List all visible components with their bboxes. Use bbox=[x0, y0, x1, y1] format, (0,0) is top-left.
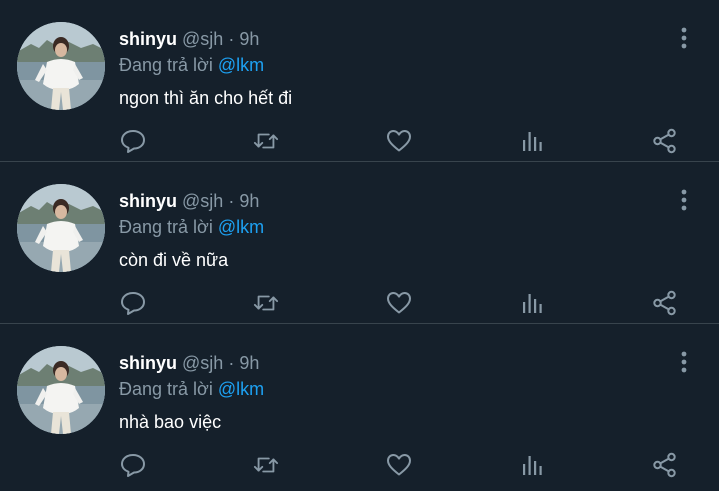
share-nodes-icon bbox=[653, 290, 676, 316]
tweet-actions bbox=[0, 290, 719, 316]
heart-icon bbox=[387, 130, 411, 152]
reply-button[interactable] bbox=[119, 128, 147, 154]
timestamp[interactable]: 9h bbox=[239, 353, 259, 373]
comment-bubble-icon bbox=[121, 454, 145, 477]
timestamp[interactable]: 9h bbox=[239, 29, 259, 49]
tweet-item[interactable]: shinyu @sjh · 9h Đang trả lời @lkm còn đ… bbox=[0, 162, 719, 324]
display-name[interactable]: shinyu bbox=[119, 353, 177, 373]
more-options-button[interactable] bbox=[674, 26, 694, 50]
display-name[interactable]: shinyu bbox=[119, 191, 177, 211]
like-button[interactable] bbox=[385, 128, 413, 154]
heart-icon bbox=[387, 292, 411, 314]
avatar[interactable] bbox=[17, 346, 105, 434]
avatar-photo bbox=[17, 346, 105, 434]
tweet-actions bbox=[0, 452, 719, 478]
retweet-icon bbox=[253, 457, 279, 473]
tweet-text: ngon thì ăn cho hết đi bbox=[119, 88, 293, 108]
share-button[interactable] bbox=[651, 452, 679, 478]
reply-prefix: Đang trả lời bbox=[119, 55, 213, 75]
bar-chart-icon bbox=[523, 294, 542, 313]
more-options-button[interactable] bbox=[674, 188, 694, 212]
analytics-button[interactable] bbox=[518, 290, 546, 316]
avatar-photo bbox=[17, 184, 105, 272]
retweet-icon bbox=[253, 295, 279, 311]
tweet-text: nhà bao việc bbox=[119, 412, 222, 432]
like-button[interactable] bbox=[385, 452, 413, 478]
more-vertical-icon bbox=[681, 189, 687, 211]
reply-context: Đang trả lời @lkm bbox=[119, 54, 264, 76]
analytics-button[interactable] bbox=[518, 452, 546, 478]
retweet-icon bbox=[253, 133, 279, 149]
tweet-header: shinyu @sjh · 9h bbox=[119, 352, 259, 374]
share-nodes-icon bbox=[653, 452, 676, 478]
analytics-button[interactable] bbox=[518, 128, 546, 154]
reply-prefix: Đang trả lời bbox=[119, 217, 213, 237]
user-handle[interactable]: @sjh bbox=[182, 191, 223, 211]
tweet-item[interactable]: shinyu @sjh · 9h Đang trả lời @lkm nhà b… bbox=[0, 324, 719, 485]
retweet-button[interactable] bbox=[252, 128, 280, 154]
share-button[interactable] bbox=[651, 290, 679, 316]
like-button[interactable] bbox=[385, 290, 413, 316]
reply-mention-link[interactable]: @lkm bbox=[218, 55, 264, 75]
tweet-actions bbox=[0, 128, 719, 154]
heart-icon bbox=[387, 454, 411, 476]
share-nodes-icon bbox=[653, 128, 676, 154]
comment-bubble-icon bbox=[121, 130, 145, 153]
retweet-button[interactable] bbox=[252, 290, 280, 316]
bar-chart-icon bbox=[523, 456, 542, 475]
tweet-header: shinyu @sjh · 9h bbox=[119, 28, 259, 50]
reply-button[interactable] bbox=[119, 290, 147, 316]
bar-chart-icon bbox=[523, 132, 542, 151]
separator-dot: · bbox=[228, 29, 235, 49]
tweet-text: còn đi về nữa bbox=[119, 250, 229, 270]
reply-button[interactable] bbox=[119, 452, 147, 478]
avatar-photo bbox=[17, 22, 105, 110]
avatar[interactable] bbox=[17, 184, 105, 272]
share-button[interactable] bbox=[651, 128, 679, 154]
reply-context: Đang trả lời @lkm bbox=[119, 378, 264, 400]
more-vertical-icon bbox=[681, 351, 687, 373]
user-handle[interactable]: @sjh bbox=[182, 353, 223, 373]
comment-bubble-icon bbox=[121, 292, 145, 315]
user-handle[interactable]: @sjh bbox=[182, 29, 223, 49]
timestamp[interactable]: 9h bbox=[239, 191, 259, 211]
more-options-button[interactable] bbox=[674, 350, 694, 374]
retweet-button[interactable] bbox=[252, 452, 280, 478]
reply-mention-link[interactable]: @lkm bbox=[218, 379, 264, 399]
tweet-item[interactable]: shinyu @sjh · 9h Đang trả lời @lkm ngon … bbox=[0, 0, 719, 162]
separator-dot: · bbox=[228, 191, 235, 211]
tweet-header: shinyu @sjh · 9h bbox=[119, 190, 259, 212]
reply-context: Đang trả lời @lkm bbox=[119, 216, 264, 238]
avatar[interactable] bbox=[17, 22, 105, 110]
reply-prefix: Đang trả lời bbox=[119, 379, 213, 399]
tweet-feed: shinyu @sjh · 9h Đang trả lời @lkm ngon … bbox=[0, 0, 719, 491]
separator-dot: · bbox=[228, 353, 235, 373]
display-name[interactable]: shinyu bbox=[119, 29, 177, 49]
reply-mention-link[interactable]: @lkm bbox=[218, 217, 264, 237]
more-vertical-icon bbox=[681, 27, 687, 49]
